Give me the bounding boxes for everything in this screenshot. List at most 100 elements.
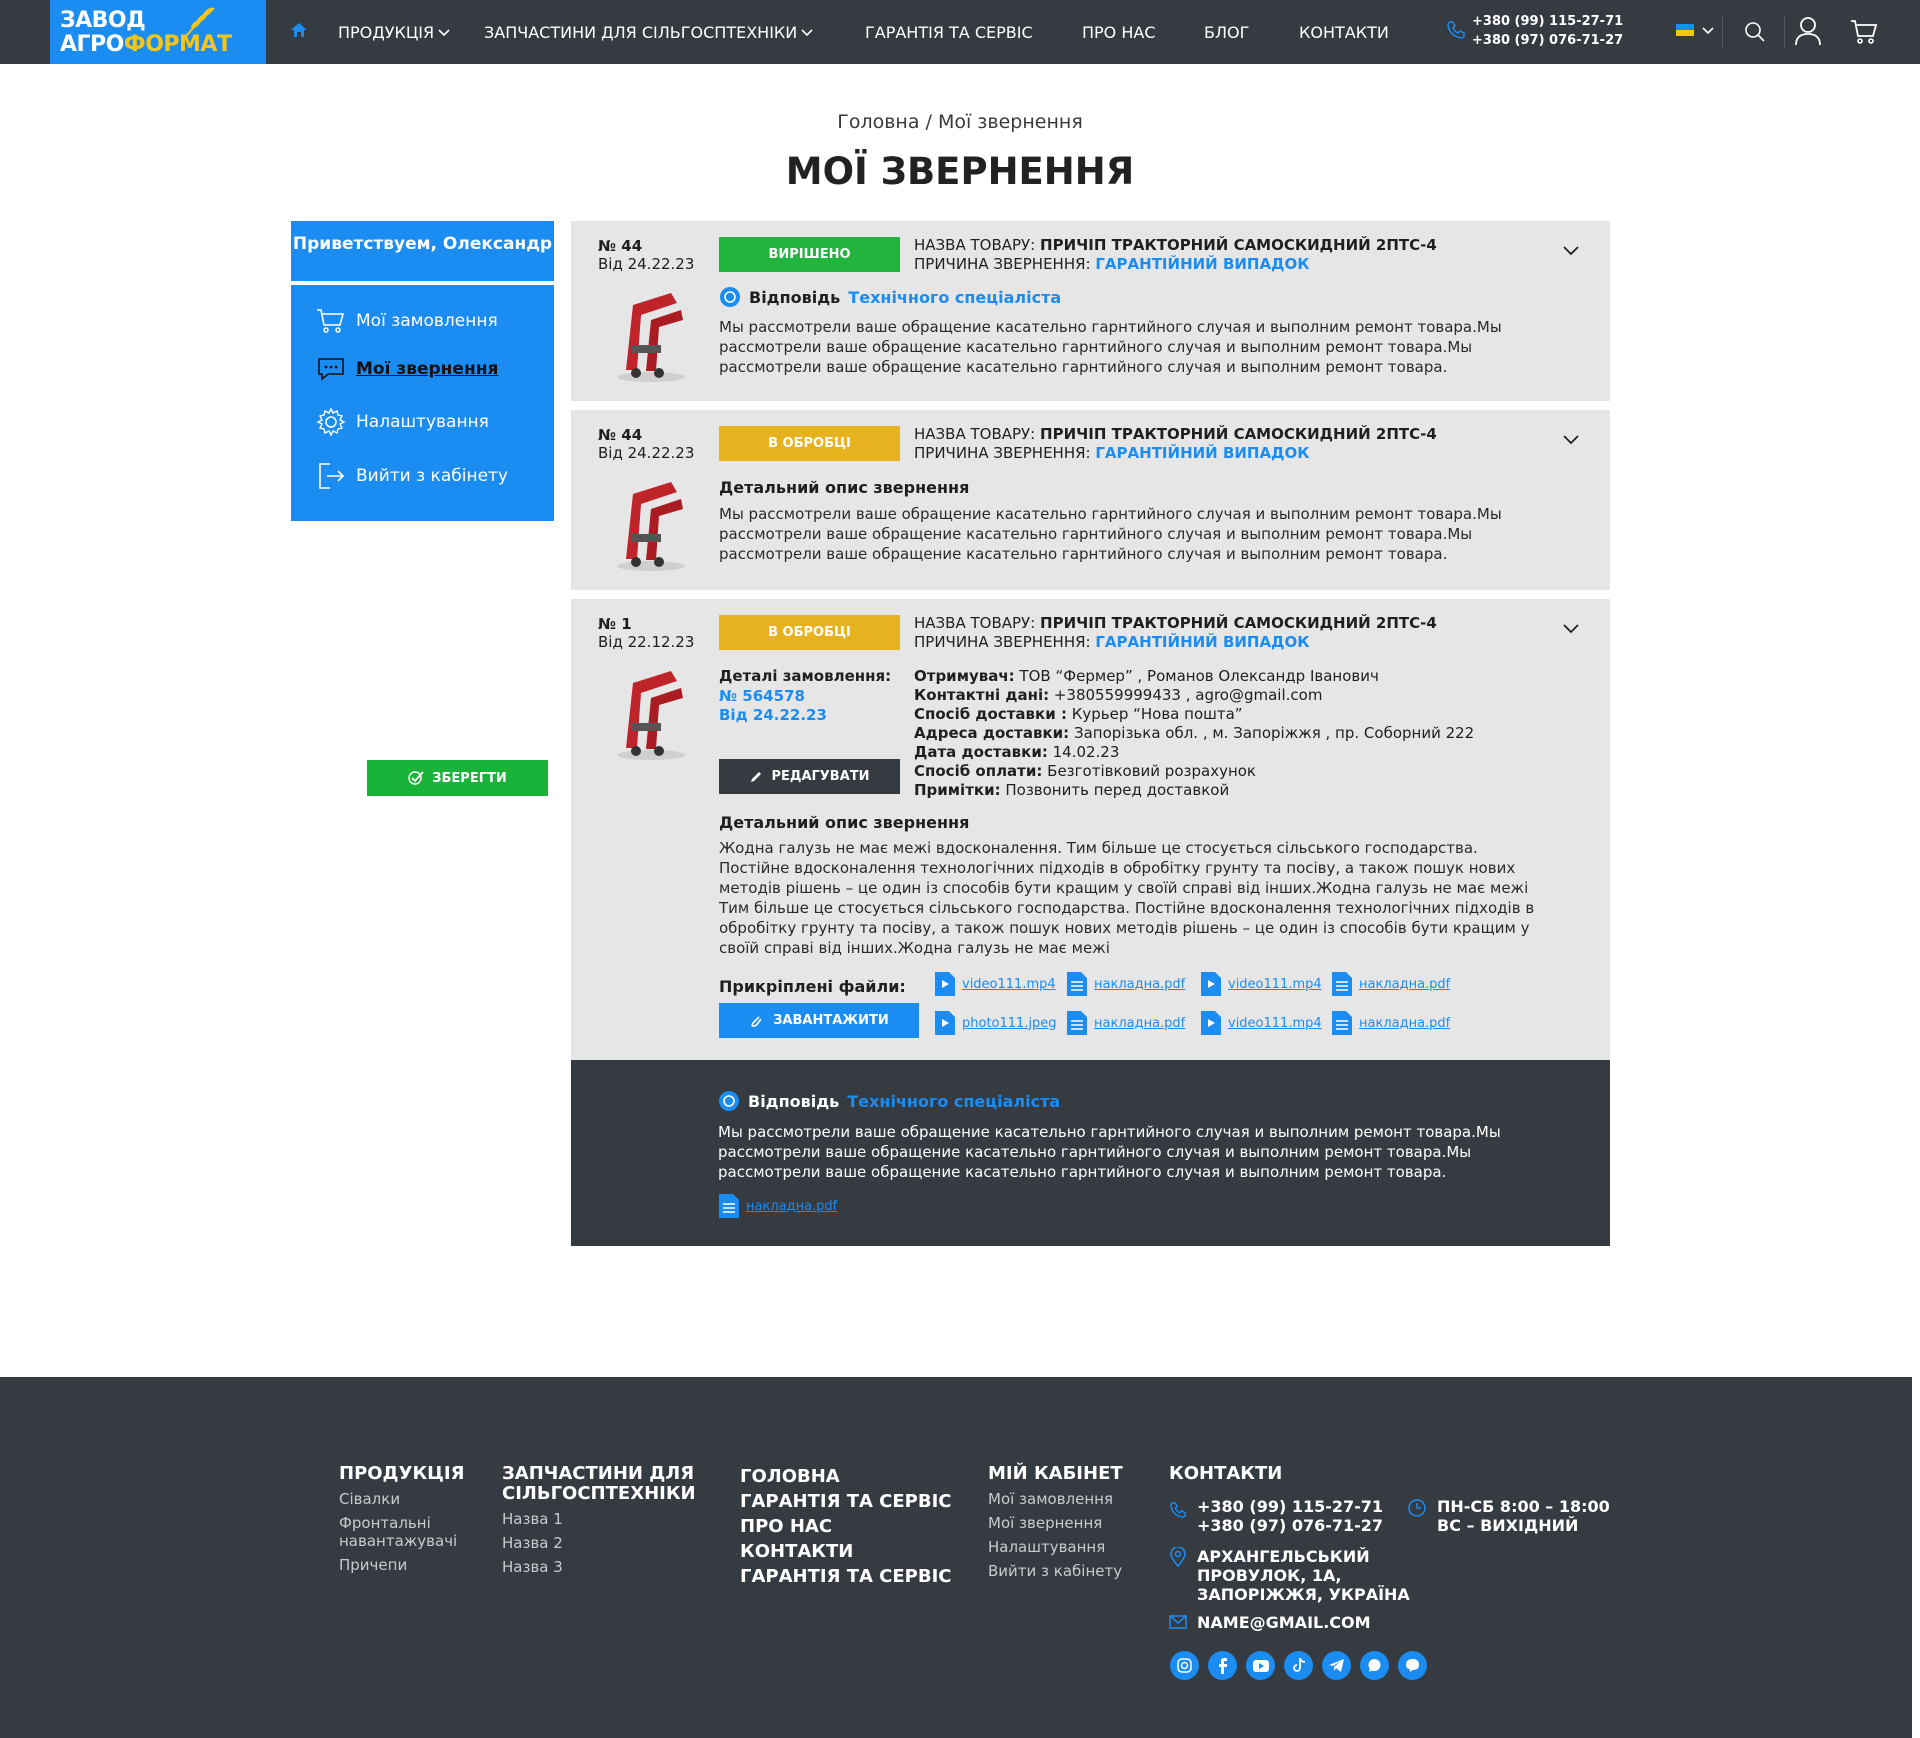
- appeal-number: № 44: [598, 237, 643, 255]
- footer-main-links: ГОЛОВНА ГАРАНТІЯ ТА СЕРВІС ПРО НАС КОНТА…: [740, 1464, 952, 1589]
- chevron-down-icon[interactable]: [1563, 624, 1579, 634]
- footer-link[interactable]: ГАРАНТІЯ ТА СЕРВІС: [740, 1564, 952, 1589]
- appeal-date: Від 24.22.23: [598, 444, 695, 462]
- document-icon: [1067, 972, 1087, 996]
- mail-icon: [1169, 1615, 1187, 1629]
- appeal-card: № 44 Від 24.22.23 В ОБРОБЦІ НАЗВА ТОВАРУ…: [571, 410, 1610, 590]
- footer-link[interactable]: Вийти з кабінету: [988, 1562, 1123, 1580]
- order-details-label: Деталі замовлення:: [719, 667, 892, 685]
- document-icon: [1332, 1011, 1352, 1035]
- response-header: Відповідь Технічного спеціаліста: [718, 1090, 1060, 1112]
- location-icon: [1170, 1547, 1186, 1567]
- whatsapp-icon[interactable]: [1360, 1651, 1389, 1680]
- footer-parts: ЗАПЧАСТИНИ ДЛЯ СІЛЬГОСПТЕХНІКИ Назва 1 Н…: [502, 1464, 712, 1577]
- nav-blog[interactable]: БЛОГ: [1204, 23, 1249, 42]
- footer-address: АРХАНГЕЛЬСЬКИЙ ПРОВУЛОК, 1А, ЗАПОРІЖЖЯ, УК…: [1197, 1547, 1410, 1604]
- tiktok-icon[interactable]: [1284, 1651, 1313, 1680]
- footer-cabinet: МІЙ КАБІНЕТ Мої замовлення Мої звернення…: [988, 1463, 1123, 1581]
- chevron-down-icon[interactable]: [1702, 27, 1714, 35]
- gear-icon: [316, 407, 346, 437]
- product-image[interactable]: [611, 663, 691, 763]
- chevron-down-icon[interactable]: [1563, 246, 1579, 256]
- document-icon: [719, 1194, 739, 1218]
- description-text: Мы рассмотрели ваше обращение касательно…: [719, 505, 1502, 563]
- search-icon[interactable]: [1744, 21, 1766, 43]
- greeting: Приветствуем, Олександр: [291, 221, 554, 285]
- site-logo[interactable]: ЗАВОД АГРОФОРМАТ: [50, 0, 266, 64]
- home-icon[interactable]: [290, 22, 308, 38]
- phone-icon: [1447, 21, 1465, 39]
- footer-phones[interactable]: +380 (99) 115-27-71 +380 (97) 076-71-27: [1197, 1497, 1383, 1535]
- order-details: Отримувач: ТОВ “Фермер” , Романов Олекса…: [914, 667, 1474, 800]
- account-sidebar: Приветствуем, Олександр Мої замовлення М…: [291, 221, 554, 521]
- footer-link[interactable]: ГОЛОВНА: [740, 1464, 952, 1489]
- logout-icon: [319, 463, 345, 489]
- specialist-reply: Відповідь Технічного спеціаліста Мы рассм…: [571, 1060, 1610, 1246]
- nav-warranty[interactable]: ГАРАНТІЯ ТА СЕРВІС: [865, 23, 1033, 42]
- file-video[interactable]: video111.mp4: [1200, 1010, 1322, 1036]
- sidebar-item-orders[interactable]: Мої замовлення: [316, 308, 498, 334]
- breadcrumb[interactable]: Головна / Мої звернення: [0, 111, 1920, 133]
- detail-row: Отримувач: ТОВ “Фермер” , Романов Олекса…: [914, 667, 1379, 685]
- nav-about[interactable]: ПРО НАС: [1082, 23, 1156, 42]
- sidebar-item-logout[interactable]: Вийти з кабінету: [316, 461, 508, 491]
- upload-button[interactable]: ЗАВАНТАЖИТИ: [719, 1003, 919, 1038]
- file-pdf[interactable]: накладна.pdf: [1331, 971, 1450, 997]
- product-image[interactable]: [611, 285, 691, 385]
- footer-link[interactable]: КОНТАКТИ: [740, 1539, 952, 1564]
- edit-button[interactable]: РЕДАГУВАТИ: [719, 759, 900, 794]
- site-footer: ПРОДУКЦІЯ Сівалки Фронтальні навантажува…: [0, 1377, 1912, 1738]
- footer-link[interactable]: Назва 2: [502, 1534, 712, 1552]
- pencil-icon: [751, 771, 762, 782]
- footer-link[interactable]: Назва 1: [502, 1510, 712, 1528]
- appeal-number: № 1: [598, 615, 632, 633]
- footer-link[interactable]: ПРО НАС: [740, 1514, 952, 1539]
- file-pdf[interactable]: накладна.pdf: [1066, 971, 1185, 997]
- cart-icon[interactable]: [1850, 18, 1878, 46]
- sidebar-item-settings[interactable]: Налаштування: [316, 407, 489, 437]
- file-pdf[interactable]: накладна.pdf: [1331, 1010, 1450, 1036]
- paperclip-icon: [751, 1015, 762, 1027]
- file-pdf[interactable]: накладна.pdf: [718, 1193, 837, 1219]
- file-pdf[interactable]: накладна.pdf: [1066, 1010, 1185, 1036]
- youtube-icon[interactable]: [1246, 1651, 1275, 1680]
- facebook-icon[interactable]: [1208, 1651, 1237, 1680]
- footer-link[interactable]: Назва 3: [502, 1558, 712, 1576]
- response-text: Мы рассмотрели ваше обращение касательно…: [718, 1123, 1501, 1181]
- nav-products[interactable]: ПРОДУКЦІЯ: [338, 23, 450, 42]
- footer-link[interactable]: Мої звернення: [988, 1514, 1123, 1532]
- footer-link[interactable]: Мої замовлення: [988, 1490, 1123, 1508]
- header-divider: [1722, 16, 1723, 48]
- product-image[interactable]: [611, 474, 691, 574]
- appeal-number: № 44: [598, 426, 643, 444]
- footer-link[interactable]: Налаштування: [988, 1538, 1123, 1556]
- support-gear-icon: [720, 287, 740, 307]
- save-button[interactable]: ЗБЕРЕГТИ: [367, 760, 548, 796]
- response-header: Відповідь Технічного спеціаліста: [719, 286, 1061, 308]
- nav-parts[interactable]: ЗАПЧАСТИНИ ДЛЯ СІЛЬГОСПТЕХНІКИ: [484, 23, 813, 42]
- file-video[interactable]: video111.mp4: [1200, 971, 1322, 997]
- detail-row: Спосіб доставки : Курьер “Нова пошта”: [914, 705, 1243, 723]
- footer-link[interactable]: Причепи: [339, 1556, 489, 1574]
- footer-email[interactable]: NAME@GMAIL.COM: [1197, 1613, 1371, 1632]
- header-phones[interactable]: +380 (99) 115-27-71 +380 (97) 076-71-27: [1472, 12, 1623, 50]
- detail-row: Контактні дані: +380559999433 , agro@gma…: [914, 686, 1323, 704]
- nav-contacts[interactable]: КОНТАКТИ: [1299, 23, 1389, 42]
- sidebar-item-appeals[interactable]: Мої звернення: [316, 357, 498, 381]
- ukraine-flag-icon[interactable]: [1676, 24, 1694, 36]
- chat-icon: [318, 358, 344, 381]
- telegram-icon[interactable]: [1322, 1651, 1351, 1680]
- user-icon[interactable]: [1794, 16, 1822, 46]
- footer-link[interactable]: Сівалки: [339, 1490, 489, 1508]
- logo-line1: ЗАВОД: [60, 8, 146, 33]
- document-icon: [1332, 972, 1352, 996]
- chevron-down-icon[interactable]: [1563, 435, 1579, 445]
- viber-icon[interactable]: [1398, 1651, 1427, 1680]
- file-video[interactable]: video111.mp4: [934, 971, 1056, 997]
- header-divider: [1784, 16, 1785, 48]
- footer-link[interactable]: Фронтальні навантажувачі: [339, 1514, 479, 1550]
- instagram-icon[interactable]: [1170, 1651, 1199, 1680]
- footer-link[interactable]: ГАРАНТІЯ ТА СЕРВІС: [740, 1489, 952, 1514]
- file-photo[interactable]: photo111.jpeg: [934, 1010, 1057, 1036]
- order-number-link[interactable]: № 564578: [719, 687, 805, 705]
